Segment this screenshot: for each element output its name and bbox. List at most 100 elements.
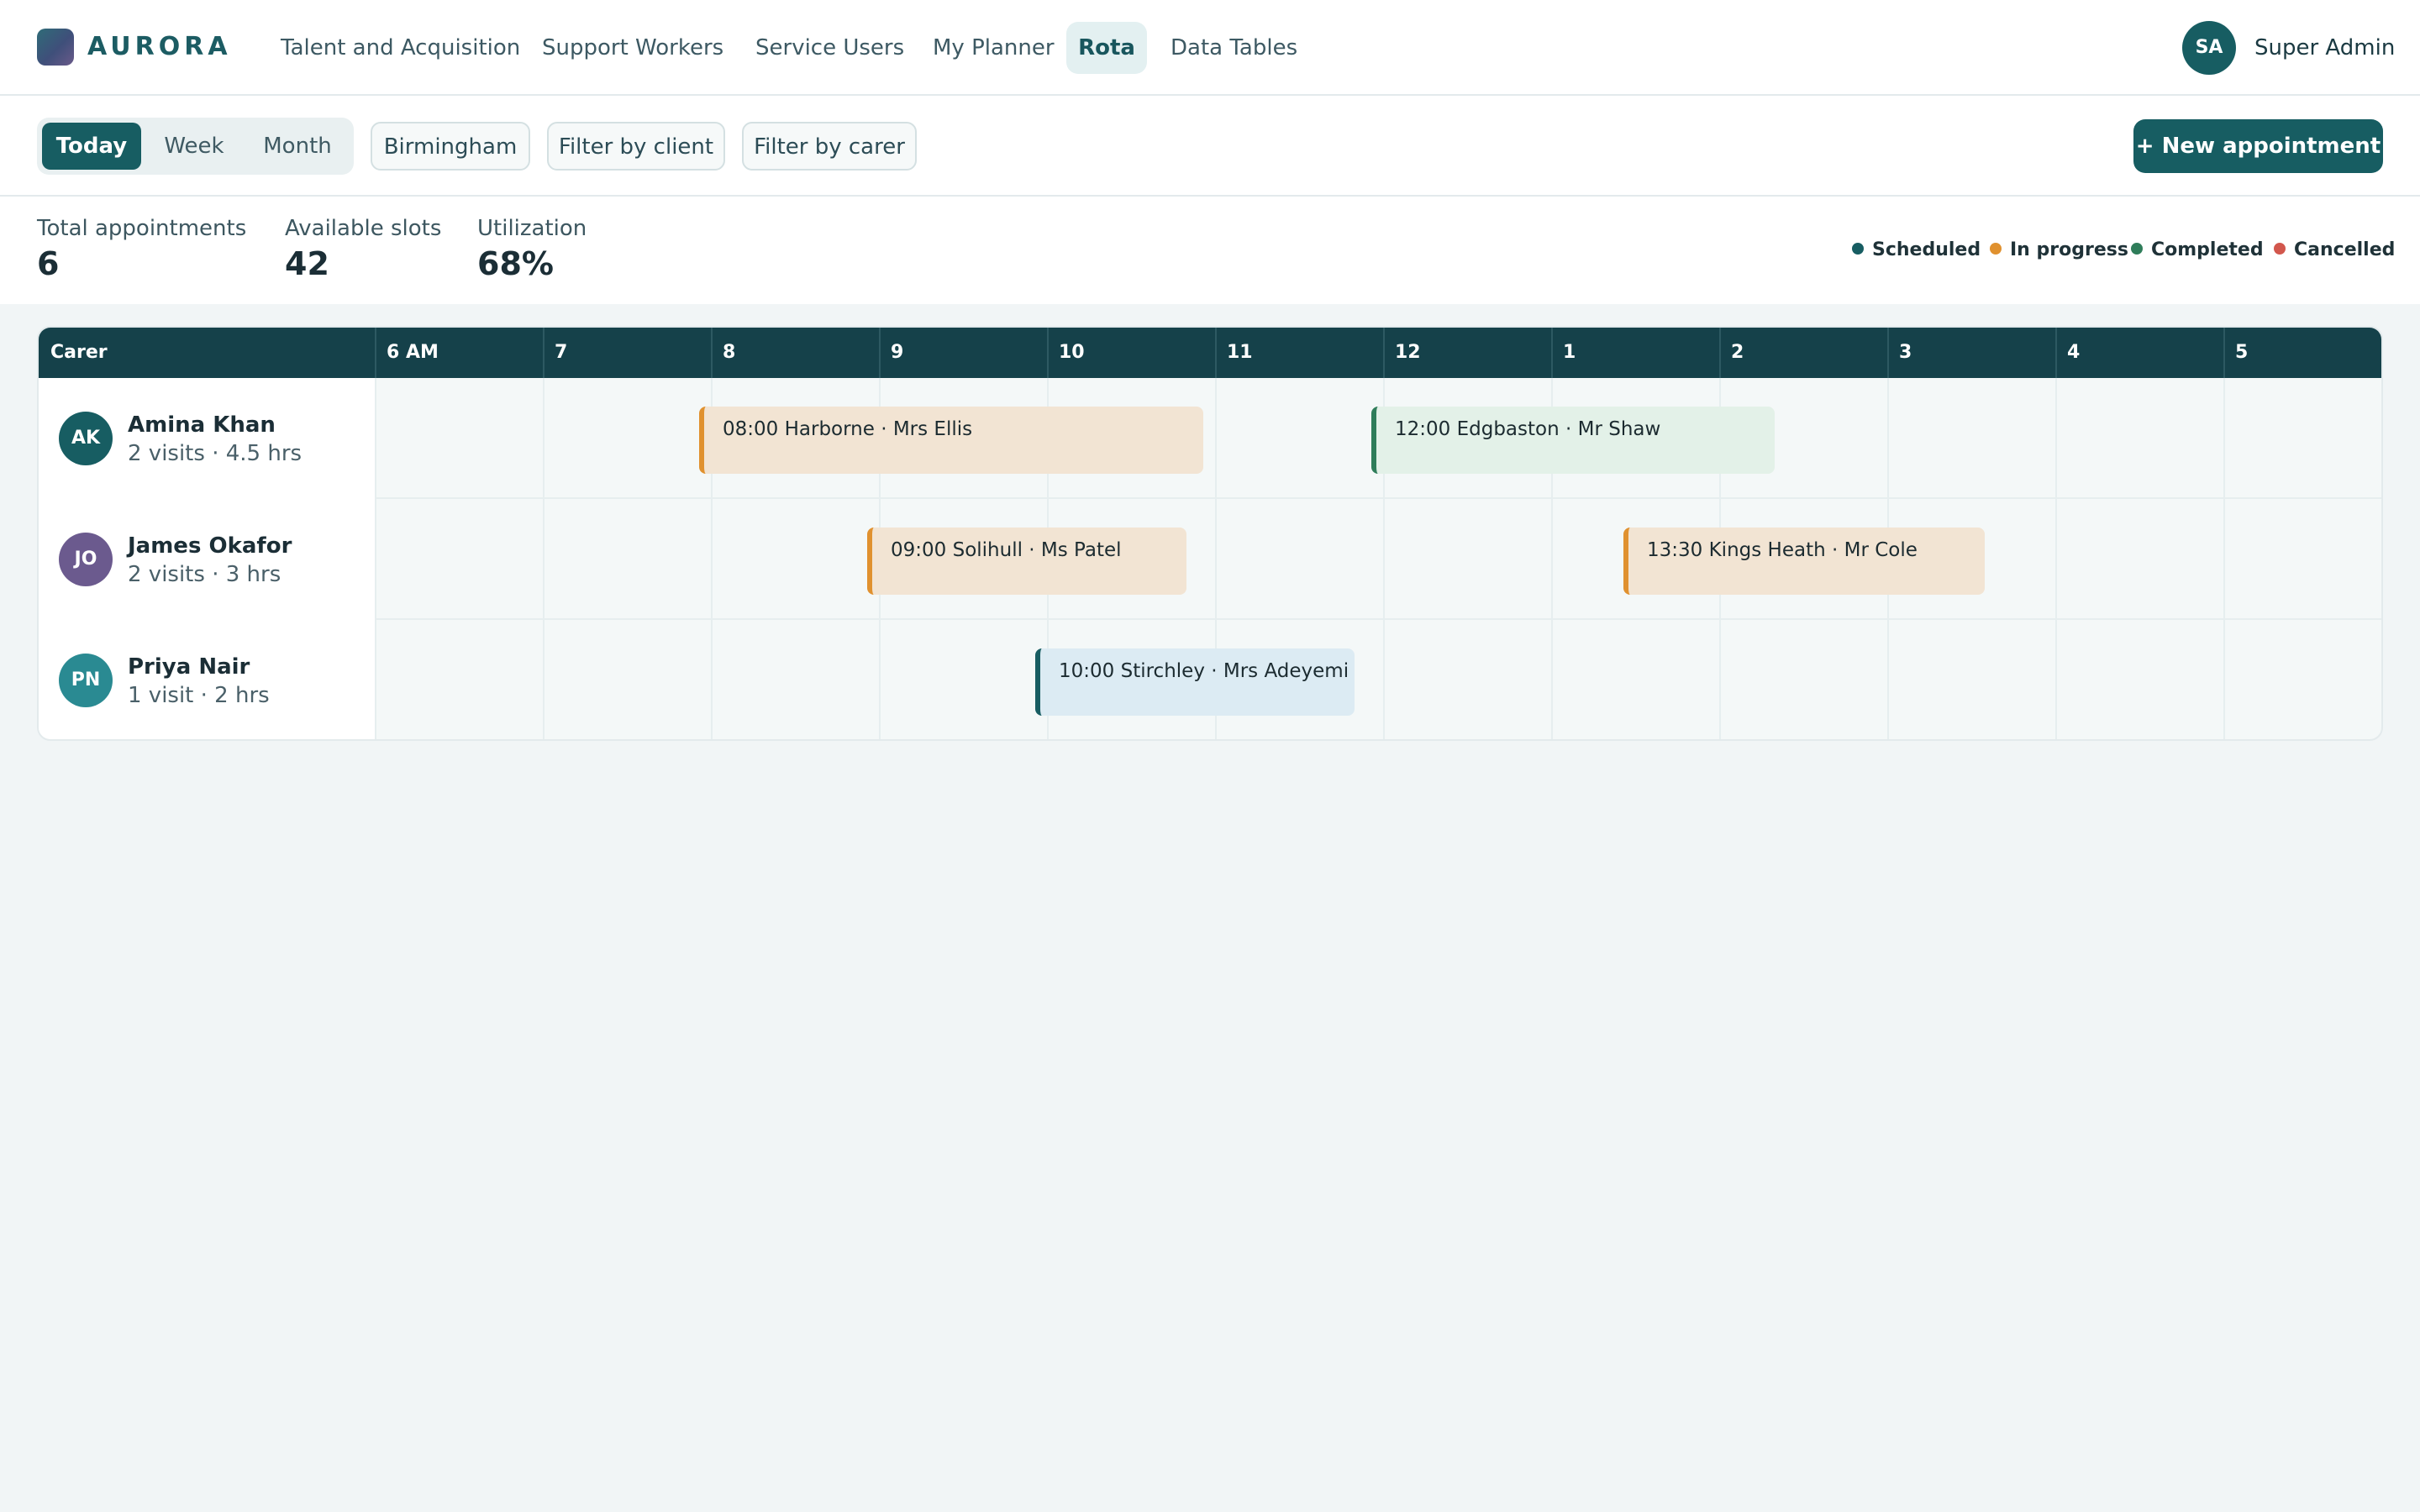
appointment-block[interactable]: 10:00 Stirchley · Mrs Adeyemi: [1035, 648, 1355, 716]
carer-cell[interactable]: AK Amina Khan 2 visits · 4.5 hrs: [39, 378, 375, 499]
carer-cell[interactable]: PN Priya Nair 1 visit · 2 hrs: [39, 620, 375, 739]
stat-available-slots: Available slots 42: [285, 215, 441, 282]
hour-gridline: [375, 620, 376, 739]
hour-gridline: [375, 499, 376, 620]
hour-gridline: [1383, 499, 1385, 620]
hour-gridline: [375, 378, 376, 499]
hour-column-header: 1: [1563, 342, 1576, 363]
location-filter[interactable]: Birmingham: [371, 122, 530, 171]
nav-my-planner[interactable]: My Planner: [916, 22, 1071, 74]
user-name[interactable]: Super Admin: [2254, 34, 2395, 62]
legend-label: In progress: [2010, 239, 2128, 260]
carer-row: JO James Okafor 2 visits · 3 hrs 09:00 Soli…: [39, 499, 2381, 620]
header-divider: [879, 328, 881, 378]
nav-support-workers[interactable]: Support Workers: [525, 22, 740, 74]
stat-value: 6: [37, 245, 60, 282]
appointment-block[interactable]: 13:30 Kings Heath · Mr Cole: [1623, 528, 1985, 595]
filter-by-client-button[interactable]: Filter by client: [547, 122, 725, 171]
hour-gridline: [1887, 378, 1889, 499]
carer-visit-summary: 1 visit · 2 hrs: [128, 683, 270, 708]
hour-column-header: 2: [1731, 342, 1744, 363]
hour-gridline: [2223, 620, 2225, 739]
new-appointment-button[interactable]: + New appointment: [2133, 119, 2383, 173]
header-divider: [543, 328, 544, 378]
stat-label: Utilization: [477, 216, 587, 241]
legend-cancelled: Cancelled: [2274, 237, 2395, 264]
hour-gridline: [1887, 620, 1889, 739]
view-today-button[interactable]: Today: [42, 123, 141, 170]
carer-row: AK Amina Khan 2 visits · 4.5 hrs 08:00 Harb…: [39, 378, 2381, 499]
appointment-block[interactable]: 12:00 Edgbaston · Mr Shaw: [1371, 407, 1775, 474]
stat-value: 42: [285, 245, 329, 282]
carer-cell[interactable]: JO James Okafor 2 visits · 3 hrs: [39, 499, 375, 620]
scheduled-dot-icon: [1852, 243, 1864, 255]
hour-gridline: [879, 620, 881, 739]
status-legend: Scheduled In progress Completed Cancelle…: [1852, 237, 2395, 264]
hour-gridline: [1383, 620, 1385, 739]
header-divider: [1887, 328, 1889, 378]
hour-gridline: [2055, 620, 2057, 739]
header-divider: [375, 328, 376, 378]
carer-avatar: AK: [59, 412, 113, 465]
user-avatar[interactable]: SA: [2182, 21, 2236, 75]
stat-label: Available slots: [285, 216, 442, 241]
hour-gridline: [543, 620, 544, 739]
hour-gridline: [1215, 499, 1217, 620]
aurora-logo-icon[interactable]: [37, 29, 74, 66]
cancelled-dot-icon: [2274, 243, 2286, 255]
legend-label: Completed: [2151, 239, 2264, 260]
carer-visit-summary: 2 visits · 3 hrs: [128, 562, 281, 587]
header-divider: [1215, 328, 1217, 378]
brand-name[interactable]: AURORA: [87, 30, 232, 64]
hour-gridline: [2223, 499, 2225, 620]
stat-label: Total appointments: [37, 216, 247, 241]
appointment-block[interactable]: 08:00 Harborne · Mrs Ellis: [699, 407, 1203, 474]
hour-column-header: 4: [2067, 342, 2081, 363]
hour-gridline: [2055, 499, 2057, 620]
hour-gridline: [2223, 378, 2225, 499]
header-divider: [2223, 328, 2225, 378]
hour-column-header: 8: [723, 342, 736, 363]
hour-column-header: 12: [1395, 342, 1421, 363]
header-divider: [1047, 328, 1049, 378]
carer-name: Priya Nair: [128, 654, 250, 680]
rota-toolbar: Today Week Month Birmingham Filter by cl…: [0, 96, 2420, 197]
view-week-button[interactable]: Week: [150, 123, 239, 170]
header-divider: [2055, 328, 2057, 378]
legend-scheduled: Scheduled: [1852, 237, 1981, 264]
hour-column-header: 6 AM: [387, 342, 439, 363]
hour-column-header: 5: [2235, 342, 2249, 363]
hour-column-header: 11: [1227, 342, 1253, 363]
carer-column-header: Carer: [50, 342, 108, 363]
hour-gridline: [1551, 620, 1553, 739]
summary-stats: Total appointments 6 Available slots 42 …: [0, 197, 2420, 304]
in-progress-dot-icon: [1990, 243, 2002, 255]
legend-completed: Completed: [2131, 237, 2264, 264]
legend-in-progress: In progress: [1990, 237, 2128, 264]
nav-talent-acquisition[interactable]: Talent and Acquisition: [264, 22, 537, 74]
nav-service-users[interactable]: Service Users: [739, 22, 921, 74]
legend-label: Scheduled: [1872, 239, 1981, 260]
stat-utilization: Utilization 68%: [477, 215, 587, 282]
carer-name: James Okafor: [128, 533, 292, 559]
hour-gridline: [1215, 378, 1217, 499]
hour-column-header: 7: [555, 342, 568, 363]
view-month-button[interactable]: Month: [247, 123, 348, 170]
filter-by-carer-button[interactable]: Filter by carer: [742, 122, 917, 171]
hour-gridline: [711, 620, 713, 739]
carer-avatar: PN: [59, 654, 113, 707]
appointment-block[interactable]: 09:00 Solihull · Ms Patel: [867, 528, 1186, 595]
nav-data-tables[interactable]: Data Tables: [1154, 22, 1314, 74]
top-navigation: AURORA Talent and Acquisition Support Wo…: [0, 0, 2420, 96]
hour-gridline: [1551, 499, 1553, 620]
nav-rota[interactable]: Rota: [1066, 22, 1147, 74]
completed-dot-icon: [2131, 243, 2143, 255]
legend-label: Cancelled: [2294, 239, 2396, 260]
rota-timeline-grid: Carer 6 AM 7 8 9 10 11 12 1 2 3 4 5 AK Amina Khan 2 v…: [37, 326, 2383, 741]
hour-gridline: [1719, 620, 1721, 739]
carer-name: Amina Khan: [128, 412, 276, 438]
carer-row: PN Priya Nair 1 visit · 2 hrs 10:00 Stirchl…: [39, 620, 2381, 739]
stat-total-appointments: Total appointments 6: [37, 215, 246, 282]
header-divider: [711, 328, 713, 378]
hour-gridline: [711, 499, 713, 620]
